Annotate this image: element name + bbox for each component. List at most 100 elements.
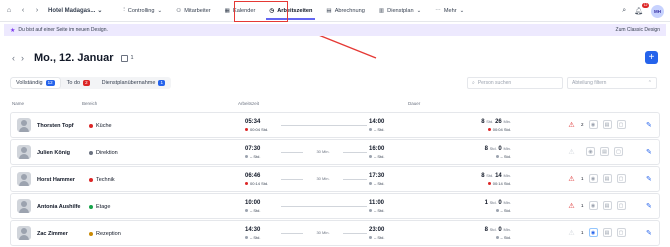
edit-icon[interactable]: ✎: [646, 121, 652, 129]
topbar-actions: ⌕ 🔔︎ 12 MH: [622, 0, 664, 22]
timeline-divider: [281, 206, 367, 207]
comment-icon[interactable]: ▢: [616, 201, 626, 210]
table-row[interactable]: Antonia Aushilfe Etage 10:00 – Std. 11:00 – S…: [10, 193, 660, 219]
area-dot-icon: [89, 124, 93, 128]
start-time[interactable]: 14:30: [245, 227, 260, 233]
document-icon[interactable]: ▤: [602, 201, 612, 210]
nav-item-1[interactable]: ⚇ Mitarbeiter: [169, 0, 217, 22]
nav-item-6[interactable]: ⋯ Mehr ⌄: [428, 0, 471, 22]
duration-minutes: 0: [498, 200, 502, 206]
warning-icon[interactable]: ⚠: [567, 228, 576, 237]
nav-item-4[interactable]: ▤ Abrechnung: [319, 0, 371, 22]
back-icon[interactable]: ‹: [18, 6, 28, 16]
end-diff: – Std.: [369, 181, 384, 186]
area-dot-icon: [89, 178, 93, 182]
search-input[interactable]: ⌕ Person suchen: [467, 77, 563, 89]
status-icon[interactable]: ◉: [586, 147, 595, 156]
nav-item-0[interactable]: ⫶ Controlling ⌄: [116, 0, 169, 22]
warning-icon[interactable]: ⚠: [567, 201, 576, 210]
start-diff-text: – Std.: [250, 208, 261, 213]
edit-icon[interactable]: ✎: [646, 175, 652, 183]
status-icon[interactable]: ◉: [588, 228, 598, 237]
next-day-icon[interactable]: ›: [21, 53, 24, 63]
document-icon[interactable]: ▤: [602, 174, 612, 183]
status-dot-icon: [369, 128, 372, 131]
end-time[interactable]: 11:00: [369, 200, 384, 206]
duration-hours: 1: [484, 200, 488, 206]
employee-name[interactable]: Julien König: [37, 150, 70, 156]
comment-icon[interactable]: ▢: [616, 228, 626, 237]
hotel-selector[interactable]: Hotel Madagas... ⌄: [48, 7, 102, 15]
classic-design-link[interactable]: Zum Classic Design: [616, 27, 660, 33]
status-icon[interactable]: ◉: [588, 201, 598, 210]
column-name[interactable]: Name: [12, 101, 24, 106]
table-row[interactable]: Horst Hammer Technik 06:46 00:14 Std. 30 Min…: [10, 166, 660, 192]
comment-icon[interactable]: ▢: [614, 147, 623, 156]
end-time[interactable]: 17:30: [369, 173, 384, 179]
chevron-down-icon: ⌄: [459, 7, 465, 14]
document-icon[interactable]: ▤: [602, 120, 612, 129]
table-row[interactable]: Julien König Direktion 07:30 – Std. 30 Min. 1…: [10, 139, 660, 165]
avatar[interactable]: MH: [651, 4, 664, 18]
warning-icon[interactable]: ⚠: [567, 174, 576, 183]
start-time[interactable]: 05:34: [245, 119, 260, 125]
more-icon: ⋯: [435, 7, 441, 14]
area-text: Etage: [96, 204, 111, 210]
start-time[interactable]: 07:30: [245, 146, 260, 152]
comment-icon[interactable]: ▢: [616, 120, 626, 129]
end-time[interactable]: 14:00: [369, 119, 384, 125]
start-time[interactable]: 10:00: [245, 200, 260, 206]
forward-icon[interactable]: ›: [32, 6, 42, 16]
bell-icon[interactable]: 🔔︎ 12: [634, 3, 649, 15]
calendar-icon: ▦: [224, 7, 230, 14]
tab-0[interactable]: Vollständig 12: [11, 78, 60, 88]
people-icon: ⚇: [176, 7, 182, 14]
end-time[interactable]: 16:00: [369, 146, 384, 152]
prev-day-icon[interactable]: ‹: [12, 53, 15, 63]
status-dot-icon: [245, 155, 248, 158]
add-button[interactable]: +: [645, 51, 658, 64]
employee-name[interactable]: Thorsten Topf: [37, 123, 74, 129]
column-duration[interactable]: Dauer: [408, 101, 420, 106]
status-dot-icon: [487, 128, 491, 131]
tab-1[interactable]: To do 2: [62, 78, 95, 88]
row-actions: ⚠ ◉ ▤ ▢: [567, 147, 623, 156]
area-dot-icon: [89, 151, 93, 155]
calendar-count[interactable]: 1: [121, 54, 134, 62]
start-diff: – Std.: [245, 154, 260, 159]
nav-item-5[interactable]: ▥ Dienstplan ⌄: [372, 0, 428, 22]
warning-icon[interactable]: ⚠: [567, 120, 576, 129]
column-worktime[interactable]: Arbeitszeit: [238, 101, 259, 106]
end-time[interactable]: 23:00: [369, 227, 384, 233]
tab-count: 1: [158, 80, 165, 86]
row-actions: ⚠ 1 ◉ ▤ ▢: [567, 201, 626, 210]
employee-name[interactable]: Zac Zimmer: [37, 231, 68, 237]
nav-label: Mitarbeiter: [184, 7, 211, 14]
status-icon[interactable]: ◉: [588, 174, 598, 183]
column-area[interactable]: Bereich: [82, 101, 97, 106]
tab-2[interactable]: Dienstplanübernahme 1: [97, 78, 170, 88]
start-time[interactable]: 06:46: [245, 173, 260, 179]
edit-icon[interactable]: ✎: [646, 202, 652, 210]
status-dot-icon: [495, 155, 499, 158]
document-icon[interactable]: ▤: [600, 147, 609, 156]
end-diff-text: – Std.: [374, 208, 385, 213]
warning-icon[interactable]: ⚠: [567, 147, 576, 156]
document-icon[interactable]: ▤: [602, 228, 612, 237]
edit-icon[interactable]: ✎: [646, 229, 652, 237]
comment-icon[interactable]: ▢: [616, 174, 626, 183]
duration-minutes: 0: [498, 146, 502, 152]
status-icon[interactable]: ◉: [588, 120, 598, 129]
employee-name[interactable]: Antonia Aushilfe: [37, 204, 81, 210]
duration: 8 Std. 14 Min.: [481, 173, 511, 179]
employee-name[interactable]: Horst Hammer: [37, 177, 75, 183]
end-diff-text: – Std.: [374, 127, 385, 132]
home-icon[interactable]: ⌂: [4, 6, 14, 16]
start-diff: – Std.: [245, 235, 260, 240]
department-filter[interactable]: Abteilung filtern ⌃: [567, 77, 657, 89]
table-row[interactable]: Thorsten Topf Küche 05:34 00:04 Std. 14:00 – …: [10, 112, 660, 138]
search-icon[interactable]: ⌕: [622, 7, 626, 15]
area-text: Rezeption: [96, 231, 121, 237]
table-row[interactable]: Zac Zimmer Rezeption 14:30 – Std. 30 Min. 23:…: [10, 220, 660, 246]
edit-icon[interactable]: ✎: [646, 148, 652, 156]
